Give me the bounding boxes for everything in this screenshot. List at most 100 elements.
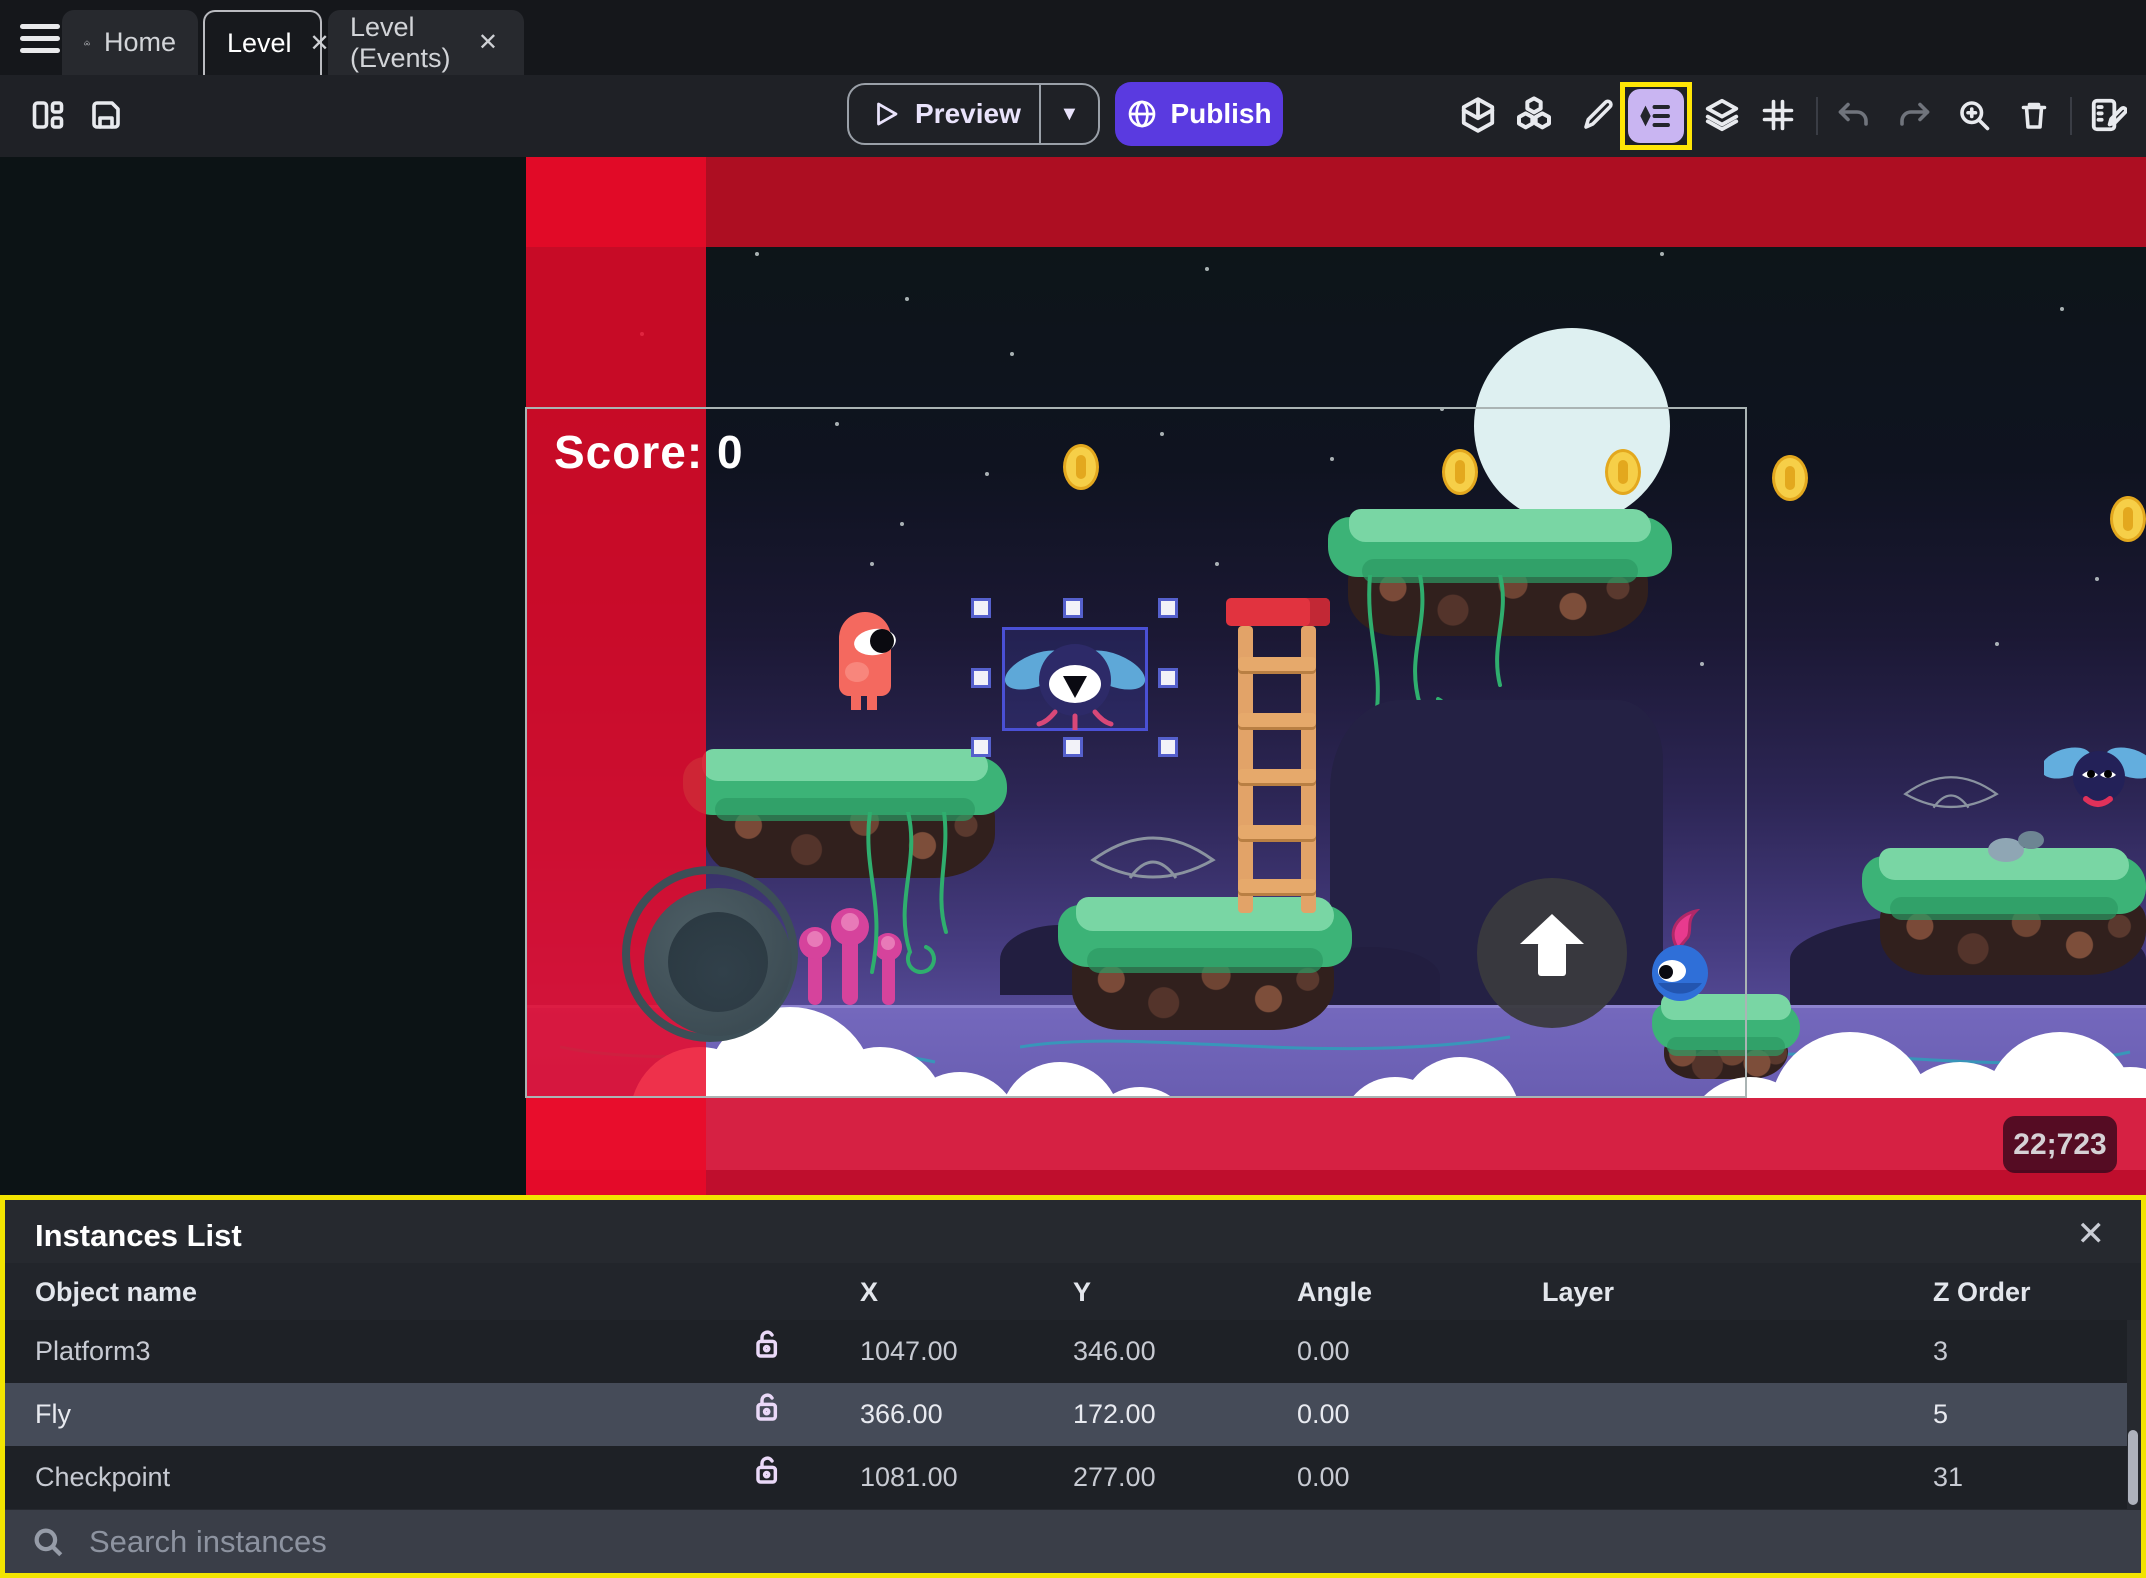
- save-icon[interactable]: [84, 93, 128, 137]
- instance-name: Fly: [35, 1399, 71, 1429]
- search-bar: [5, 1510, 2141, 1573]
- table-header-row: Object name X Y Angle Layer Z Order: [5, 1263, 2141, 1320]
- fly-sprite[interactable]: [1003, 628, 1147, 730]
- instance-z-order[interactable]: 31: [1933, 1462, 1963, 1493]
- coin-sprite[interactable]: [2110, 496, 2146, 542]
- instance-angle[interactable]: 0.00: [1297, 1462, 1350, 1493]
- tab-bar: Home Level ✕ Level (Events) ✕: [0, 0, 2146, 75]
- star: [1205, 267, 1209, 271]
- column-header[interactable]: Z Order: [1933, 1277, 2031, 1308]
- tab-label: Home: [103, 27, 176, 57]
- instance-x[interactable]: 1081.00: [860, 1462, 958, 1493]
- resize-handle[interactable]: [971, 598, 991, 618]
- close-tab-icon[interactable]: ✕: [474, 26, 502, 59]
- star: [2060, 307, 2064, 311]
- tab-level[interactable]: Level ✕: [203, 10, 330, 75]
- column-header[interactable]: Y: [1073, 1277, 1091, 1308]
- column-header[interactable]: Layer: [1542, 1277, 1614, 1308]
- resize-handle[interactable]: [1158, 737, 1178, 757]
- gdevelop-editor-window: Home Level ✕ Level (Events) ✕ Preview ▼ …: [0, 0, 2146, 1578]
- object-cube-icon[interactable]: [1456, 93, 1500, 137]
- bottom-red-zone[interactable]: [526, 1098, 2146, 1170]
- publish-button[interactable]: Publish: [1115, 82, 1283, 146]
- star: [1010, 352, 1014, 356]
- tab-level-events[interactable]: Level (Events) ✕: [328, 10, 524, 75]
- play-icon: [877, 102, 898, 126]
- resize-handle[interactable]: [1158, 598, 1178, 618]
- platform-grass[interactable]: [1862, 848, 2146, 920]
- preview-button[interactable]: Preview ▼: [847, 83, 1100, 145]
- redo-icon[interactable]: [1892, 93, 1936, 137]
- divider: [2070, 97, 2072, 135]
- star: [1660, 252, 1664, 256]
- divider: [1816, 97, 1818, 135]
- table-row[interactable]: Fly 366.00 172.00 0.00 5: [5, 1383, 2127, 1446]
- tab-label: Level (Events): [350, 11, 451, 73]
- top-red-zone[interactable]: [526, 157, 2146, 247]
- selection-rectangle[interactable]: [1002, 627, 1148, 731]
- scrollbar-thumb[interactable]: [2128, 1430, 2138, 1505]
- resize-handle[interactable]: [971, 737, 991, 757]
- instance-angle[interactable]: 0.00: [1297, 1399, 1350, 1430]
- publish-label: Publish: [1170, 98, 1272, 129]
- scene-editor-canvas[interactable]: Score: 0 22;723: [0, 157, 2146, 1195]
- panel-title: Instances List: [35, 1218, 242, 1253]
- instances-list-panel: Instances List ✕ Object name X Y Angle Layer…: [0, 1195, 2146, 1578]
- instances-list-highlight: [1620, 82, 1692, 150]
- unlock-icon[interactable]: [750, 1391, 782, 1430]
- table-row[interactable]: Checkpoint 1081.00 277.00 0.00 31: [5, 1446, 2127, 1509]
- table-row[interactable]: Platform3 1047.00 346.00 0.00 3: [5, 1320, 2127, 1383]
- preview-label: Preview: [915, 98, 1021, 129]
- zoom-in-icon[interactable]: [1952, 93, 1996, 137]
- star: [755, 252, 759, 256]
- table-body: Platform3 1047.00 346.00 0.00 3 Fly 366.00 172.…: [5, 1320, 2141, 1509]
- instance-z-order[interactable]: 5: [1933, 1399, 1948, 1430]
- edit-properties-icon[interactable]: [2086, 93, 2130, 137]
- instance-y[interactable]: 346.00: [1073, 1336, 1156, 1367]
- unlock-icon[interactable]: [750, 1454, 782, 1493]
- column-header[interactable]: X: [860, 1277, 878, 1308]
- cursor-coordinates-badge: 22;723: [2003, 1116, 2117, 1173]
- bat-enemy-sprite[interactable]: [2044, 737, 2146, 819]
- close-panel-icon[interactable]: ✕: [2077, 1214, 2106, 1254]
- resize-handle[interactable]: [1063, 737, 1083, 757]
- undo-icon[interactable]: [1832, 93, 1876, 137]
- resize-handle[interactable]: [1063, 598, 1083, 618]
- globe-icon: [1129, 100, 1156, 128]
- edit-pencil-icon[interactable]: [1576, 93, 1620, 137]
- layers-icon[interactable]: [1700, 93, 1744, 137]
- camera-viewport-border: [525, 407, 1747, 1098]
- instance-x[interactable]: 366.00: [860, 1399, 943, 1430]
- star: [905, 297, 909, 301]
- layout-panels-icon[interactable]: [26, 93, 70, 137]
- column-header[interactable]: Angle: [1297, 1277, 1372, 1308]
- instance-x[interactable]: 1047.00: [860, 1336, 958, 1367]
- search-icon: [34, 1528, 63, 1556]
- toolbar: Preview ▼ Publish: [0, 75, 2146, 157]
- instances-list-icon[interactable]: [1628, 89, 1684, 143]
- grid-icon[interactable]: [1756, 93, 1800, 137]
- star: [2095, 577, 2099, 581]
- unlock-icon[interactable]: [750, 1328, 782, 1367]
- tab-home[interactable]: Home: [62, 10, 198, 75]
- instance-y[interactable]: 277.00: [1073, 1462, 1156, 1493]
- instance-y[interactable]: 172.00: [1073, 1399, 1156, 1430]
- instance-z-order[interactable]: 3: [1933, 1336, 1948, 1367]
- column-header[interactable]: Object name: [35, 1277, 197, 1308]
- instance-name: Checkpoint: [35, 1462, 171, 1492]
- chevron-down-icon[interactable]: ▼: [1041, 103, 1098, 126]
- hamburger-menu-icon[interactable]: [20, 24, 60, 54]
- tab-label: Level: [227, 28, 292, 58]
- object-groups-icon[interactable]: [1512, 93, 1556, 137]
- instance-angle[interactable]: 0.00: [1297, 1336, 1350, 1367]
- score-text-object[interactable]: Score: 0: [554, 425, 744, 479]
- resize-handle[interactable]: [1158, 668, 1178, 688]
- search-input[interactable]: [87, 1522, 2141, 1561]
- instance-name: Platform3: [35, 1336, 151, 1366]
- rock-decoration: [2018, 831, 2044, 849]
- coin-sprite[interactable]: [1772, 455, 1808, 501]
- resize-handle[interactable]: [971, 668, 991, 688]
- home-icon: [84, 40, 90, 45]
- trash-icon[interactable]: [2012, 93, 2056, 137]
- bottom-red-zone-dark: [526, 1170, 2146, 1195]
